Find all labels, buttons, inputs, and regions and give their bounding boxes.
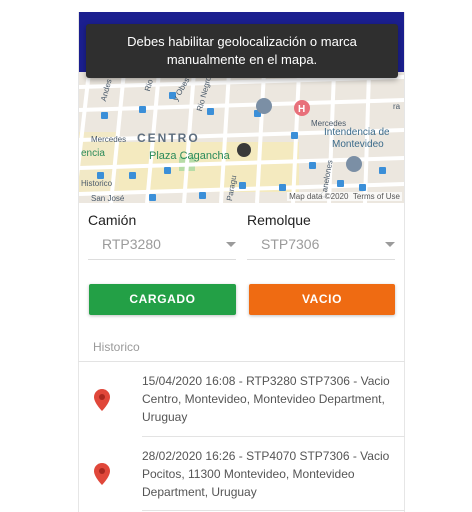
map-label-intendencia-2: Montevideo	[332, 139, 384, 150]
map-label-san-jose: San José	[91, 194, 125, 203]
chevron-down-icon	[226, 242, 236, 247]
map-label-centro: CENTRO	[137, 131, 200, 145]
map-view[interactable]: H CENTRO Plaza Cagancha Intendencia de M…	[79, 72, 404, 203]
map-label-mercedes-left: Mercedes	[91, 135, 127, 144]
map-label-intendencia-1: Intendencia de	[324, 127, 390, 138]
history-item-line-1: 28/02/2020 16:26 - STP4070 STP7306 - Vac…	[142, 449, 390, 463]
svg-text:H: H	[298, 104, 305, 115]
app-frame: H CENTRO Plaza Cagancha Intendencia de M…	[78, 12, 405, 512]
remolque-select[interactable]: STP7306	[247, 232, 395, 260]
remolque-label: Remolque	[247, 212, 311, 228]
terms-of-use-link[interactable]: Terms of Use	[353, 192, 400, 201]
history-item-line-2: Centro, Montevideo, Montevideo Departmen…	[142, 392, 385, 406]
cargado-button[interactable]: CARGADO	[89, 284, 236, 315]
location-pin-icon	[94, 389, 110, 411]
vacio-button[interactable]: VACIO	[249, 284, 395, 315]
camion-select[interactable]: RTP3280	[88, 232, 236, 260]
history-item-line-2: Pocitos, 11300 Montevideo, Montevideo	[142, 467, 355, 481]
history-title: Historico	[93, 340, 140, 354]
map-label-mercedes-right: Mercedes	[311, 119, 347, 128]
toast-line-2: manualmente en el mapa.	[166, 52, 318, 67]
map-label-plaza: Plaza Cagancha	[149, 150, 230, 162]
map-label-historico: Historico	[81, 179, 113, 188]
divider	[142, 510, 405, 511]
location-pin-icon	[94, 463, 110, 485]
history-item-line-1: 15/04/2020 16:08 - RTP3280 STP7306 - Vac…	[142, 374, 390, 388]
map-label-ra: ra	[393, 102, 401, 111]
map-data-credit: Map data ©2020	[289, 192, 349, 201]
history-item-line-3: Department, Uruguay	[142, 485, 257, 499]
geolocation-toast: Debes habilitar geolocalización o marca …	[86, 24, 398, 78]
divider	[78, 361, 405, 362]
history-item-line-3: Uruguay	[142, 410, 188, 424]
chevron-down-icon	[385, 242, 395, 247]
camion-value: RTP3280	[102, 236, 161, 252]
map-credit[interactable]: Map data ©2020 Terms of Use	[287, 192, 402, 201]
remolque-value: STP7306	[261, 236, 320, 252]
camion-label: Camión	[88, 212, 137, 228]
map-label-encia: encia	[81, 148, 105, 159]
divider	[142, 436, 405, 437]
toast-line-1: Debes habilitar geolocalización o marca	[127, 34, 357, 49]
